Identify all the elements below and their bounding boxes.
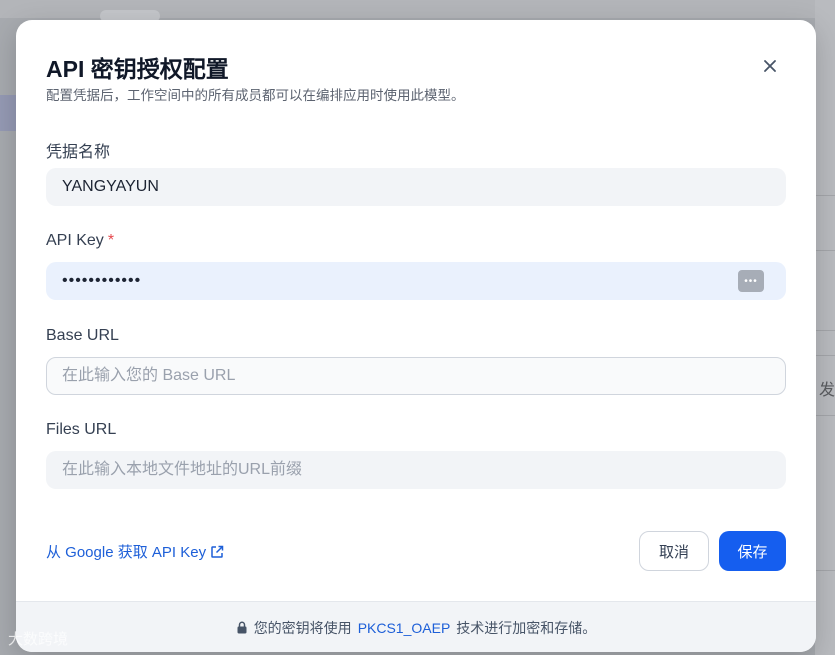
lock-icon bbox=[237, 621, 247, 634]
base-url-label: Base URL bbox=[46, 327, 119, 344]
dots-icon: ••• bbox=[744, 275, 758, 287]
api-key-label: API Key * bbox=[46, 232, 114, 250]
dialog-title: API 密钥授权配置 bbox=[46, 56, 229, 82]
password-toggle-button[interactable]: ••• bbox=[738, 270, 764, 292]
dialog-subtitle: 配置凭据后，工作空间中的所有成员都可以在编排应用时使用此模型。 bbox=[46, 88, 465, 103]
base-url-input[interactable] bbox=[46, 357, 786, 395]
api-key-config-dialog: API 密钥授权配置 配置凭据后，工作空间中的所有成员都可以在编排应用时使用此模… bbox=[16, 20, 816, 652]
watermark-logo: 大数跨境 bbox=[8, 630, 69, 648]
background-sidebar-item bbox=[0, 95, 16, 131]
credential-name-label: 凭据名称 bbox=[46, 144, 111, 161]
get-api-key-link[interactable]: 从 Google 获取 API Key bbox=[46, 541, 224, 562]
credential-name-input[interactable] bbox=[46, 168, 786, 206]
api-key-input[interactable] bbox=[46, 262, 786, 300]
background-right-panel bbox=[815, 0, 835, 655]
api-key-field: ••• bbox=[46, 262, 786, 300]
close-button[interactable] bbox=[758, 54, 782, 78]
encryption-method: PKCS1_OAEP bbox=[357, 619, 451, 636]
encryption-notice: 您的密钥将使用 PKCS1_OAEP 技术进行加密和存储。 bbox=[16, 601, 816, 652]
files-url-input[interactable] bbox=[46, 451, 786, 489]
cancel-button[interactable]: 取消 bbox=[639, 531, 709, 571]
files-url-label: Files URL bbox=[46, 421, 117, 438]
save-button[interactable]: 保存 bbox=[719, 531, 786, 571]
get-api-key-link-text: 从 Google 获取 API Key bbox=[46, 544, 207, 561]
notice-text-before: 您的密钥将使用 bbox=[253, 619, 352, 636]
background-text: 发 bbox=[819, 380, 835, 399]
notice-text-after: 技术进行加密和存储。 bbox=[456, 619, 597, 636]
required-mark: * bbox=[107, 232, 115, 249]
api-key-label-text: API Key bbox=[46, 232, 104, 249]
close-icon bbox=[764, 60, 776, 72]
external-link-icon bbox=[211, 545, 224, 558]
